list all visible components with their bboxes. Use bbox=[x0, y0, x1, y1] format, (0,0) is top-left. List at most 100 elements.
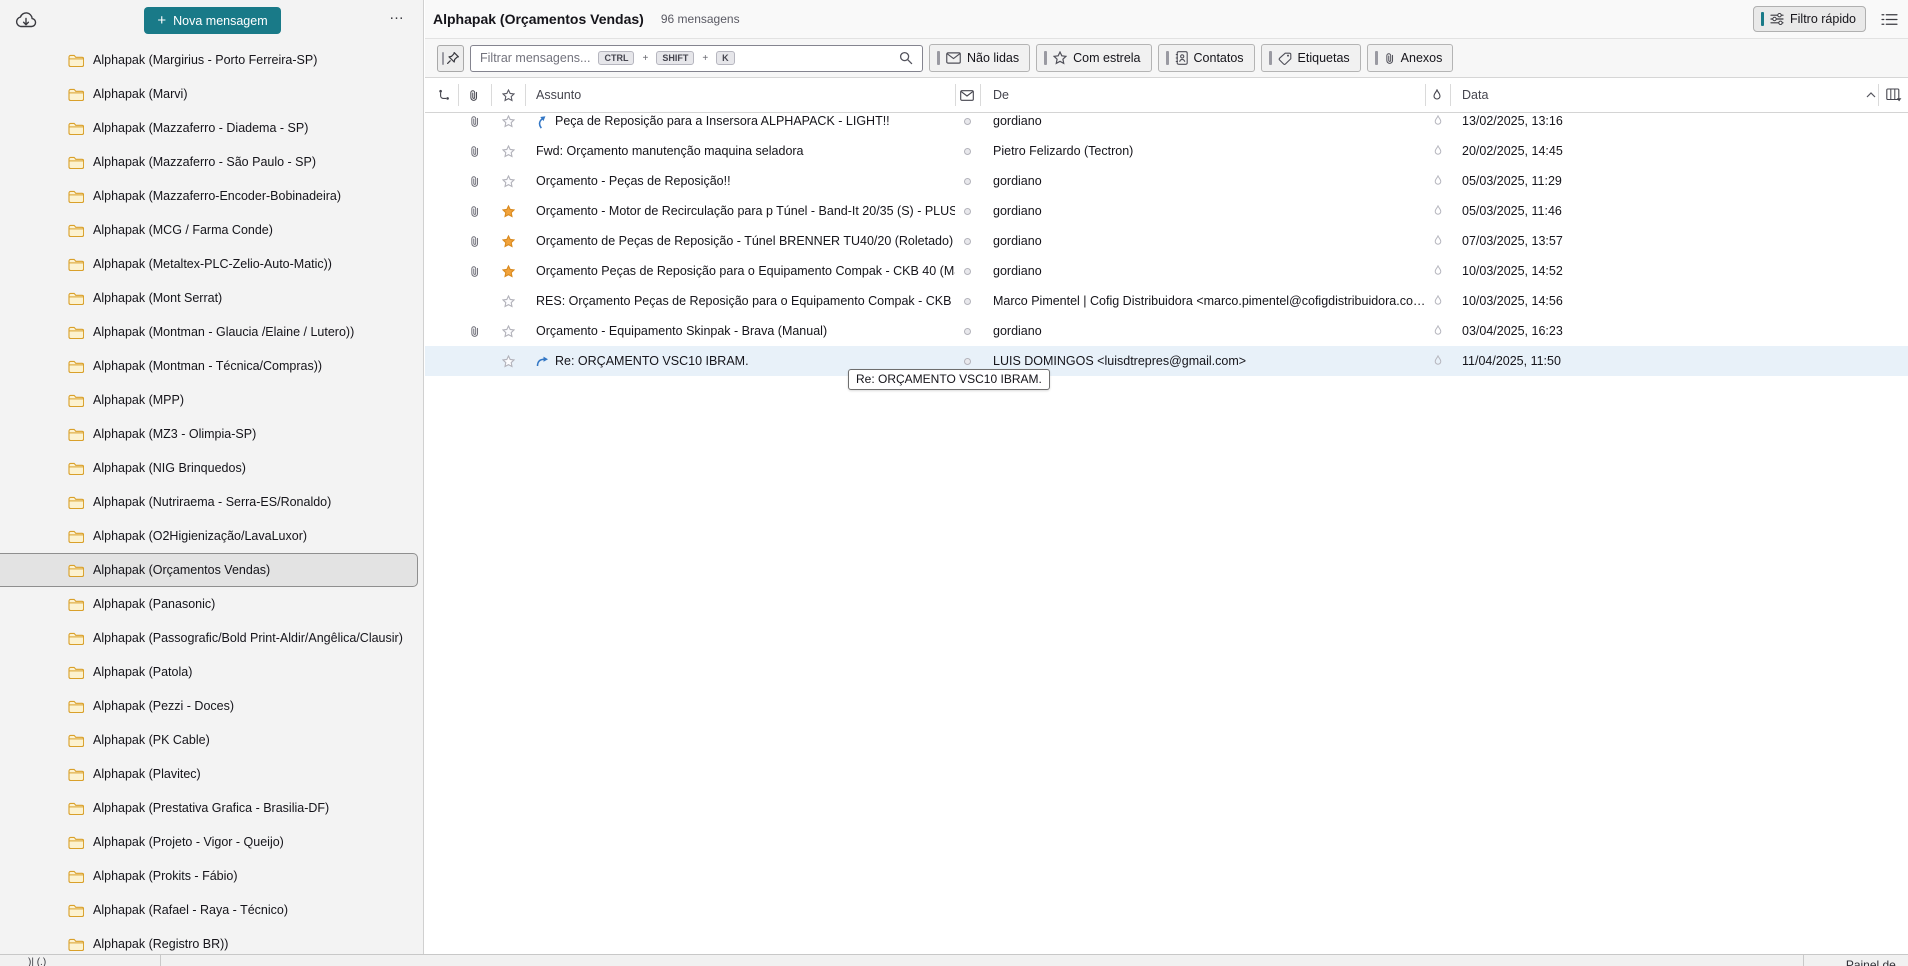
star-toggle[interactable] bbox=[491, 316, 525, 346]
message-row[interactable]: Orçamento - Equipamento Skinpak - Brava … bbox=[425, 316, 1908, 346]
message-row[interactable]: Orçamento Peças de Reposição para o Equi… bbox=[425, 256, 1908, 286]
star-toggle[interactable] bbox=[491, 226, 525, 256]
folder-item[interactable]: Alphapak (Nutriraema - Serra-ES/Ronaldo) bbox=[0, 485, 423, 519]
folder-item[interactable]: Alphapak (Rafael - Raya - Técnico) bbox=[0, 893, 423, 927]
junk-indicator[interactable] bbox=[1425, 113, 1450, 136]
filter-contacts-button[interactable]: Contatos bbox=[1157, 44, 1255, 72]
filter-starred-button[interactable]: Com estrela bbox=[1036, 44, 1152, 72]
column-header-read[interactable] bbox=[960, 78, 974, 112]
star-toggle[interactable] bbox=[491, 346, 525, 376]
folder-item[interactable]: Alphapak (PK Cable) bbox=[0, 723, 423, 757]
column-header-subject[interactable]: Assunto bbox=[536, 78, 581, 112]
thread-cell bbox=[425, 136, 458, 166]
folder-item[interactable]: Alphapak (MPP) bbox=[0, 383, 423, 417]
filter-unread-button[interactable]: Não lidas bbox=[929, 44, 1031, 72]
column-header-date[interactable]: Data bbox=[1462, 78, 1488, 112]
column-divider[interactable] bbox=[491, 84, 492, 106]
star-toggle[interactable] bbox=[491, 113, 525, 136]
column-header-attachment[interactable] bbox=[468, 78, 479, 112]
sticky-filter-button[interactable] bbox=[437, 44, 464, 72]
message-list-display-options-button[interactable] bbox=[1881, 12, 1898, 27]
folder-item[interactable]: Alphapak (Pezzi - Doces) bbox=[0, 689, 423, 723]
folder-icon bbox=[68, 292, 84, 305]
column-divider[interactable] bbox=[458, 84, 459, 106]
star-toggle[interactable] bbox=[491, 196, 525, 226]
read-indicator[interactable] bbox=[955, 196, 980, 226]
folder-item[interactable]: Alphapak (MZ3 - Olimpia-SP) bbox=[0, 417, 423, 451]
column-divider[interactable] bbox=[525, 84, 526, 106]
folder-item[interactable]: Alphapak (Projeto - Vigor - Queijo) bbox=[0, 825, 423, 859]
message-row[interactable]: Orçamento - Peças de Reposição!! gordian… bbox=[425, 166, 1908, 196]
message-row[interactable]: Peça de Reposição para a Insersora ALPHA… bbox=[425, 113, 1908, 136]
subject-cell: Fwd: Orçamento manutenção maquina selado… bbox=[525, 136, 955, 166]
today-pane-toggle[interactable]: Painel de hoje bbox=[1813, 958, 1908, 966]
folder-icon bbox=[68, 428, 84, 441]
star-toggle[interactable] bbox=[491, 256, 525, 286]
message-row[interactable]: Fwd: Orçamento manutenção maquina selado… bbox=[425, 136, 1908, 166]
folder-item[interactable]: Alphapak (Marvi) bbox=[0, 77, 423, 111]
folder-item[interactable]: Alphapak (Mazzaferro - São Paulo - SP) bbox=[0, 145, 423, 179]
folder-item[interactable]: Alphapak (Plavitec) bbox=[0, 757, 423, 791]
junk-indicator[interactable] bbox=[1425, 226, 1450, 256]
folder-item[interactable]: Alphapak (Passografic/Bold Print-Aldir/A… bbox=[0, 621, 423, 655]
junk-indicator[interactable] bbox=[1425, 136, 1450, 166]
read-indicator[interactable] bbox=[955, 113, 980, 136]
read-indicator[interactable] bbox=[955, 256, 980, 286]
message-row-selected[interactable]: Re: ORÇAMENTO VSC10 IBRAM. LUIS DOMINGOS… bbox=[425, 346, 1908, 376]
read-indicator[interactable] bbox=[955, 286, 980, 316]
junk-indicator[interactable] bbox=[1425, 346, 1450, 376]
junk-indicator[interactable] bbox=[1425, 286, 1450, 316]
junk-indicator[interactable] bbox=[1425, 196, 1450, 226]
junk-indicator[interactable] bbox=[1425, 256, 1450, 286]
filter-attachments-label: Anexos bbox=[1400, 51, 1443, 65]
junk-indicator[interactable] bbox=[1425, 316, 1450, 346]
filter-tags-button[interactable]: Etiquetas bbox=[1260, 44, 1361, 72]
folder-item[interactable]: Alphapak (NIG Brinquedos) bbox=[0, 451, 423, 485]
folder-item[interactable]: Alphapak (Registro BR)) bbox=[0, 927, 423, 954]
junk-indicator[interactable] bbox=[1425, 166, 1450, 196]
star-toggle[interactable] bbox=[491, 166, 525, 196]
filter-attachments-button[interactable]: Anexos bbox=[1366, 44, 1454, 72]
column-picker-button[interactable] bbox=[1886, 78, 1902, 112]
folder-item[interactable]: Alphapak (Montman - Glaucia /Elaine / Lu… bbox=[0, 315, 423, 349]
folder-item[interactable]: Alphapak (Mont Serrat) bbox=[0, 281, 423, 315]
folder-item[interactable]: Alphapak (Margirius - Porto Ferreira-SP) bbox=[0, 43, 423, 77]
folder-item[interactable]: Alphapak (Metaltex-PLC-Zelio-Auto-Matic)… bbox=[0, 247, 423, 281]
new-message-button[interactable]: + Nova mensagem bbox=[144, 7, 281, 34]
folder-icon bbox=[68, 462, 84, 475]
column-divider[interactable] bbox=[1450, 84, 1451, 106]
read-indicator[interactable] bbox=[955, 226, 980, 256]
folder-item[interactable]: Alphapak (MCG / Farma Conde) bbox=[0, 213, 423, 247]
read-indicator[interactable] bbox=[955, 136, 980, 166]
column-header-from[interactable]: De bbox=[993, 78, 1009, 112]
column-header-star[interactable] bbox=[502, 78, 515, 112]
column-header-junk[interactable] bbox=[1432, 78, 1442, 112]
read-indicator[interactable] bbox=[955, 166, 980, 196]
folder-item[interactable]: Alphapak (Prestativa Grafica - Brasilia-… bbox=[0, 791, 423, 825]
message-row[interactable]: Orçamento - Motor de Recirculação para p… bbox=[425, 196, 1908, 226]
folder-name: Alphapak (Mazzaferro - São Paulo - SP) bbox=[93, 155, 317, 169]
column-divider[interactable] bbox=[955, 84, 956, 106]
star-toggle[interactable] bbox=[491, 286, 525, 316]
folder-item[interactable]: Alphapak (Panasonic) bbox=[0, 587, 423, 621]
folder-item[interactable]: Alphapak (Montman - Técnica/Compras)) bbox=[0, 349, 423, 383]
folder-item[interactable]: Alphapak (Patola) bbox=[0, 655, 423, 689]
message-row[interactable]: RES: Orçamento Peças de Reposição para o… bbox=[425, 286, 1908, 316]
folder-item[interactable]: Alphapak (Mazzaferro - Diadema - SP) bbox=[0, 111, 423, 145]
search-input[interactable]: Filtrar mensagens... CTRL + SHIFT + K bbox=[470, 44, 923, 72]
folder-item-selected[interactable]: Alphapak (Orçamentos Vendas) bbox=[0, 553, 418, 587]
message-row[interactable]: Orçamento de Peças de Reposição - Túnel … bbox=[425, 226, 1908, 256]
column-divider[interactable] bbox=[1878, 84, 1879, 106]
quick-filter-toggle-button[interactable]: Filtro rápido bbox=[1753, 6, 1866, 32]
column-header-thread[interactable] bbox=[438, 78, 450, 112]
column-divider[interactable] bbox=[980, 84, 981, 106]
star-toggle[interactable] bbox=[491, 136, 525, 166]
folder-item[interactable]: Alphapak (O2Higienização/LavaLuxor) bbox=[0, 519, 423, 553]
read-indicator[interactable] bbox=[955, 316, 980, 346]
folder-pane-options-button[interactable]: … bbox=[389, 6, 405, 23]
folder-icon bbox=[68, 224, 84, 237]
folder-item[interactable]: Alphapak (Prokits - Fábio) bbox=[0, 859, 423, 893]
column-divider[interactable] bbox=[1425, 84, 1426, 106]
folder-item[interactable]: Alphapak (Mazzaferro-Encoder-Bobinadeira… bbox=[0, 179, 423, 213]
get-messages-button[interactable] bbox=[14, 11, 38, 32]
